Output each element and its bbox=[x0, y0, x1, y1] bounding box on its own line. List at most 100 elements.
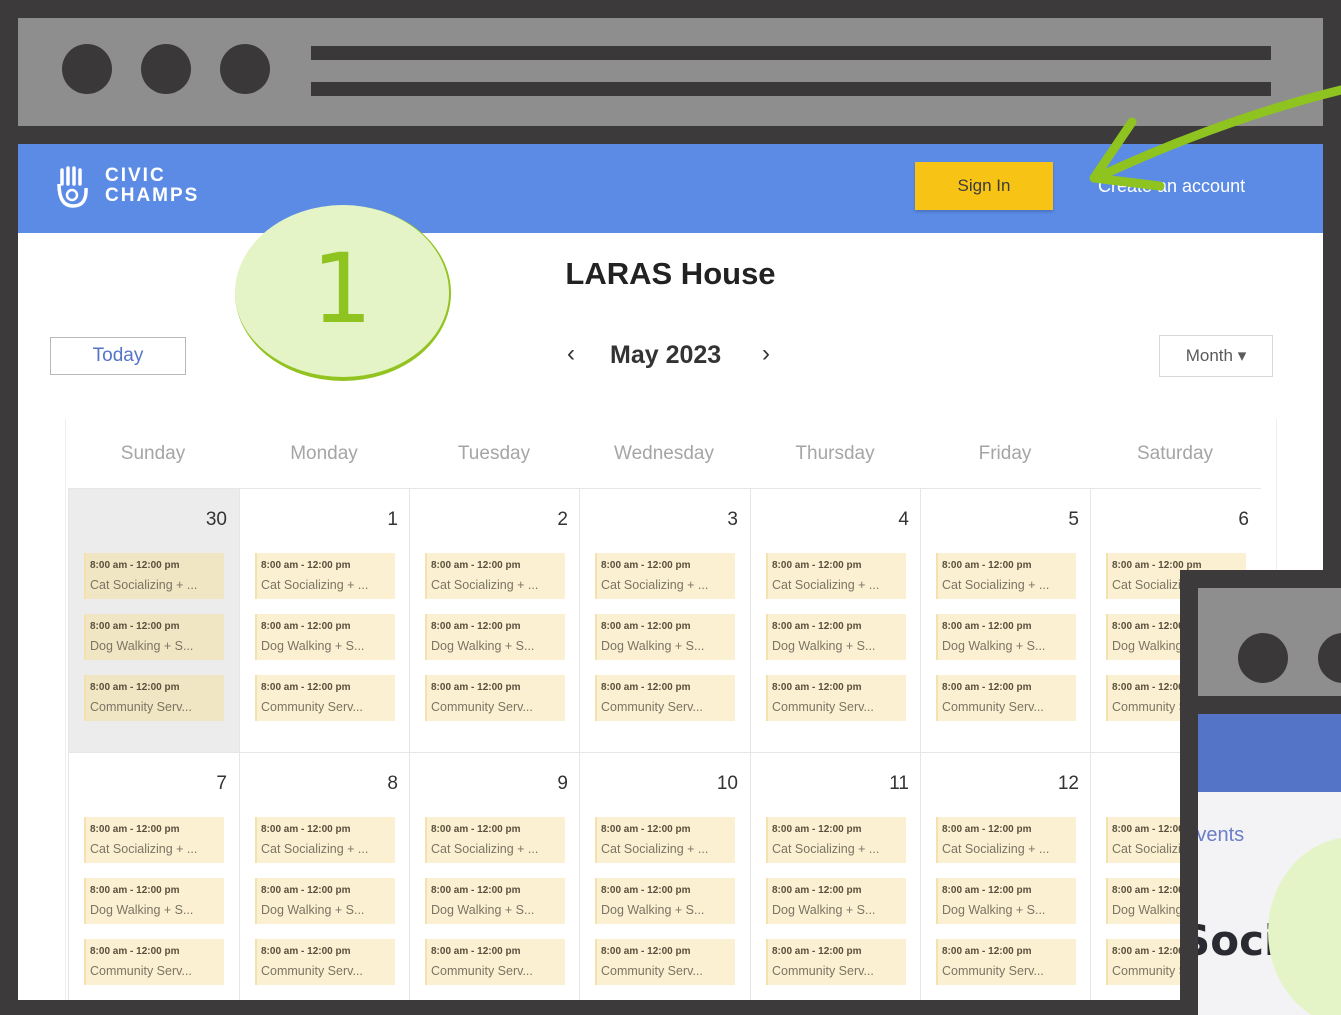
calendar-event[interactable]: 8:00 am - 12:00 pm Community Serv... bbox=[255, 675, 395, 721]
event-time: 8:00 am - 12:00 pm bbox=[601, 946, 691, 957]
second-window-preview: Events Social bbox=[1180, 570, 1341, 1015]
event-title: Cat Socializing + ... bbox=[772, 578, 880, 592]
day-number: 11 bbox=[889, 773, 909, 794]
event-title: Dog Walking + S... bbox=[431, 903, 535, 917]
event-title: Cat Socializing + ... bbox=[601, 842, 709, 856]
calendar-event[interactable]: 8:00 am - 12:00 pm Community Serv... bbox=[936, 675, 1076, 721]
calendar-event[interactable]: 8:00 am - 12:00 pm Community Serv... bbox=[595, 939, 735, 985]
calendar-event[interactable]: 8:00 am - 12:00 pm Cat Socializing + ... bbox=[84, 817, 224, 863]
calendar-event[interactable]: 8:00 am - 12:00 pm Cat Socializing + ... bbox=[936, 817, 1076, 863]
calendar-day-cell[interactable]: 5 8:00 am - 12:00 pm Cat Socializing + ...… bbox=[920, 488, 1091, 753]
event-title: Community Serv... bbox=[431, 964, 533, 978]
event-time: 8:00 am - 12:00 pm bbox=[431, 621, 521, 632]
calendar-event[interactable]: 8:00 am - 12:00 pm Cat Socializing + ... bbox=[255, 817, 395, 863]
calendar-day-cell[interactable]: 11 8:00 am - 12:00 pm Cat Socializing + ..… bbox=[750, 752, 921, 1000]
event-time: 8:00 am - 12:00 pm bbox=[601, 560, 691, 571]
brand-logo-text[interactable]: CIVIC CHAMPS bbox=[105, 166, 199, 206]
calendar-day-cell[interactable]: 30 8:00 am - 12:00 pm Cat Socializing + ..… bbox=[68, 488, 239, 753]
window-dot-minimize[interactable] bbox=[141, 44, 191, 94]
day-number: 8 bbox=[387, 773, 398, 794]
calendar-event[interactable]: 8:00 am - 12:00 pm Community Serv... bbox=[766, 939, 906, 985]
calendar-day-cell[interactable]: 4 8:00 am - 12:00 pm Cat Socializing + ...… bbox=[750, 488, 921, 753]
event-title: Dog Walking + S... bbox=[942, 639, 1046, 653]
calendar-day-cell[interactable]: 2 8:00 am - 12:00 pm Cat Socializing + ...… bbox=[409, 488, 580, 753]
event-title: Community Serv... bbox=[772, 964, 874, 978]
calendar-event[interactable]: 8:00 am - 12:00 pm Community Serv... bbox=[84, 675, 224, 721]
calendar-day-cell[interactable]: 7 8:00 am - 12:00 pm Cat Socializing + ...… bbox=[68, 752, 239, 1000]
calendar-event[interactable]: 8:00 am - 12:00 pm Cat Socializing + ... bbox=[766, 817, 906, 863]
event-title: Community Serv... bbox=[90, 964, 192, 978]
event-title: Community Serv... bbox=[601, 700, 703, 714]
second-window-screen: Events Social bbox=[1198, 714, 1341, 1015]
window-dot-close[interactable] bbox=[62, 44, 112, 94]
event-title: Community Serv... bbox=[942, 964, 1044, 978]
calendar-event[interactable]: 8:00 am - 12:00 pm Dog Walking + S... bbox=[255, 614, 395, 660]
event-time: 8:00 am - 12:00 pm bbox=[90, 560, 180, 571]
calendar-event[interactable]: 8:00 am - 12:00 pm Dog Walking + S... bbox=[84, 614, 224, 660]
calendar-event[interactable]: 8:00 am - 12:00 pm Community Serv... bbox=[425, 675, 565, 721]
event-time: 8:00 am - 12:00 pm bbox=[772, 621, 862, 632]
calendar-event[interactable]: 8:00 am - 12:00 pm Cat Socializing + ... bbox=[595, 553, 735, 599]
calendar-event[interactable]: 8:00 am - 12:00 pm Cat Socializing + ... bbox=[936, 553, 1076, 599]
calendar-day-cell[interactable]: 8 8:00 am - 12:00 pm Cat Socializing + ...… bbox=[239, 752, 410, 1000]
calendar-event[interactable]: 8:00 am - 12:00 pm Dog Walking + S... bbox=[936, 614, 1076, 660]
event-time: 8:00 am - 12:00 pm bbox=[942, 885, 1032, 896]
view-mode-select[interactable]: Month ▾ bbox=[1159, 335, 1273, 377]
calendar-day-cell[interactable]: 1 8:00 am - 12:00 pm Cat Socializing + ...… bbox=[239, 488, 410, 753]
day-number: 10 bbox=[716, 773, 738, 794]
weekday-header: Tuesday bbox=[457, 443, 531, 464]
second-window-chrome bbox=[1198, 588, 1341, 696]
event-title: Cat Socializing + ... bbox=[261, 842, 369, 856]
event-title: Cat Socializing + ... bbox=[261, 578, 369, 592]
weekday-header: Sunday bbox=[120, 443, 186, 464]
event-time: 8:00 am - 12:00 pm bbox=[942, 824, 1032, 835]
chevron-right-icon[interactable]: › bbox=[762, 340, 770, 368]
window-dot-maximize[interactable] bbox=[220, 44, 270, 94]
event-time: 8:00 am - 12:00 pm bbox=[261, 824, 351, 835]
calendar-event[interactable]: 8:00 am - 12:00 pm Dog Walking + S... bbox=[84, 878, 224, 924]
calendar-event[interactable]: 8:00 am - 12:00 pm Dog Walking + S... bbox=[255, 878, 395, 924]
calendar-event[interactable]: 8:00 am - 12:00 pm Community Serv... bbox=[766, 675, 906, 721]
calendar-day-cell[interactable]: 12 8:00 am - 12:00 pm Cat Socializing + ..… bbox=[920, 752, 1091, 1000]
calendar-event[interactable]: 8:00 am - 12:00 pm Cat Socializing + ... bbox=[766, 553, 906, 599]
calendar-event[interactable]: 8:00 am - 12:00 pm Community Serv... bbox=[425, 939, 565, 985]
calendar-event[interactable]: 8:00 am - 12:00 pm Dog Walking + S... bbox=[425, 614, 565, 660]
calendar-event[interactable]: 8:00 am - 12:00 pm Dog Walking + S... bbox=[595, 614, 735, 660]
events-link[interactable]: Events bbox=[1198, 824, 1244, 847]
event-time: 8:00 am - 12:00 pm bbox=[942, 621, 1032, 632]
calendar-event[interactable]: 8:00 am - 12:00 pm Dog Walking + S... bbox=[595, 878, 735, 924]
calendar-event[interactable]: 8:00 am - 12:00 pm Cat Socializing + ... bbox=[425, 553, 565, 599]
calendar-event[interactable]: 8:00 am - 12:00 pm Cat Socializing + ... bbox=[255, 553, 395, 599]
calendar-event[interactable]: 8:00 am - 12:00 pm Cat Socializing + ... bbox=[425, 817, 565, 863]
event-time: 8:00 am - 12:00 pm bbox=[772, 946, 862, 957]
calendar-day-cell[interactable]: 9 8:00 am - 12:00 pm Cat Socializing + ...… bbox=[409, 752, 580, 1000]
calendar-event[interactable]: 8:00 am - 12:00 pm Dog Walking + S... bbox=[766, 614, 906, 660]
calendar-day-cell[interactable]: 10 8:00 am - 12:00 pm Cat Socializing + ..… bbox=[579, 752, 750, 1000]
browser-frame: CIVIC CHAMPS Sign In Create an account L… bbox=[0, 0, 1341, 1015]
calendar-event[interactable]: 8:00 am - 12:00 pm Community Serv... bbox=[936, 939, 1076, 985]
weekday-header: Thursday bbox=[795, 443, 875, 464]
calendar-event[interactable]: 8:00 am - 12:00 pm Cat Socializing + ... bbox=[595, 817, 735, 863]
today-button[interactable]: Today bbox=[50, 337, 186, 375]
event-time: 8:00 am - 12:00 pm bbox=[772, 560, 862, 571]
calendar-event[interactable]: 8:00 am - 12:00 pm Community Serv... bbox=[595, 675, 735, 721]
event-title: Community Serv... bbox=[261, 700, 363, 714]
day-number: 5 bbox=[1068, 509, 1079, 530]
sign-in-button[interactable]: Sign In bbox=[915, 162, 1053, 210]
calendar-event[interactable]: 8:00 am - 12:00 pm Cat Socializing + ... bbox=[84, 553, 224, 599]
event-time: 8:00 am - 12:00 pm bbox=[942, 682, 1032, 693]
day-number: 30 bbox=[205, 509, 227, 530]
event-title: Cat Socializing + ... bbox=[431, 578, 539, 592]
calendar-day-cell[interactable]: 3 8:00 am - 12:00 pm Cat Socializing + ...… bbox=[579, 488, 750, 753]
calendar-event[interactable]: 8:00 am - 12:00 pm Community Serv... bbox=[84, 939, 224, 985]
event-time: 8:00 am - 12:00 pm bbox=[261, 946, 351, 957]
event-title: Dog Walking + S... bbox=[261, 639, 365, 653]
chevron-left-icon[interactable]: ‹ bbox=[567, 340, 575, 368]
calendar-event[interactable]: 8:00 am - 12:00 pm Community Serv... bbox=[255, 939, 395, 985]
calendar-event[interactable]: 8:00 am - 12:00 pm Dog Walking + S... bbox=[766, 878, 906, 924]
calendar-event[interactable]: 8:00 am - 12:00 pm Dog Walking + S... bbox=[936, 878, 1076, 924]
calendar-event[interactable]: 8:00 am - 12:00 pm Dog Walking + S... bbox=[425, 878, 565, 924]
day-number: 3 bbox=[727, 509, 738, 530]
event-time: 8:00 am - 12:00 pm bbox=[431, 682, 521, 693]
event-title: Dog Walking + S... bbox=[261, 903, 365, 917]
